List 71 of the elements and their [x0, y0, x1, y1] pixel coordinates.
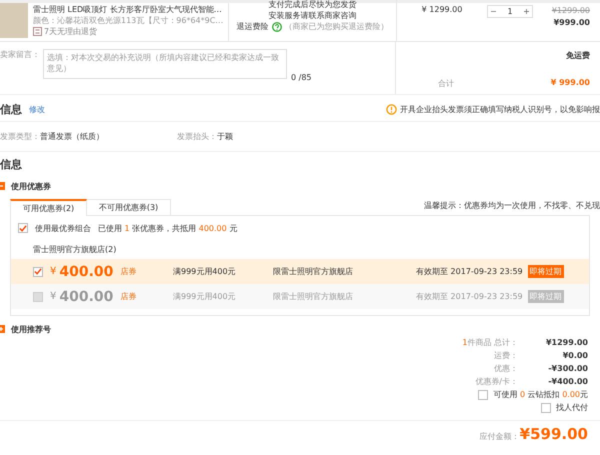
- coupon-type: 店券: [120, 291, 136, 302]
- section-title: 信息: [0, 102, 22, 116]
- message-label: 卖家留言：: [0, 49, 40, 60]
- summary-label: 优惠券/卡：: [474, 376, 518, 387]
- checkbox[interactable]: [541, 402, 551, 412]
- summary-label: 运费：: [493, 350, 518, 361]
- currency-symbol: ¥: [50, 291, 56, 302]
- coupon-tab[interactable]: 不可用优惠券(3): [87, 199, 171, 215]
- coupon-row[interactable]: ¥ 400.00 店券 满999元用400元 限雷士照明官方旗舰店 有效期至 2017-09-23 23:59 即将过期: [11, 259, 589, 284]
- return-badge-icon: [33, 27, 42, 36]
- section-title: 使用优惠券: [11, 180, 51, 192]
- product-photo-placeholder: [0, 3, 28, 38]
- help-icon: [272, 22, 282, 32]
- expiring-badge: 即将过期: [528, 265, 564, 278]
- service-note: 支付完成后尽快为您发货: [268, 0, 356, 10]
- quantity-stepper[interactable]: − 1 +: [487, 5, 533, 18]
- product-title[interactable]: 雷士照明 LED吸顶灯 长方形客厅卧室大气现代智能…: [33, 4, 224, 15]
- coupon-hint: 温馨提示：优惠券均为一次使用，不找零、不兑现: [424, 200, 600, 212]
- section-title: 信息: [0, 157, 23, 173]
- message-field[interactable]: 选填：对本次交易的补充说明（所填内容建议已经和卖家达成一致意见）: [43, 49, 287, 79]
- summary-value: ¥1299.00: [544, 338, 588, 347]
- warning-text: 开具企业抬头发票须正确填写纳税人识别号，以免影响报: [400, 104, 600, 114]
- coupon-validity: 有效期至 2017-09-23 23:59: [416, 266, 523, 277]
- expiring-badge: 即将过期: [528, 290, 564, 303]
- increment-button[interactable]: +: [521, 6, 532, 17]
- amount-due-label: 应付金额：: [480, 431, 520, 442]
- service-text: 7天无理由退货: [44, 26, 98, 37]
- amount-due: ¥599.00: [520, 425, 588, 443]
- currency-symbol: ¥: [50, 266, 56, 277]
- unit-price: ¥ 1299.00: [420, 5, 464, 14]
- summary-value: -¥400.00: [547, 377, 588, 386]
- invoice-header-label: 发票抬头：: [177, 132, 217, 141]
- insurance-label: 退运费险: [236, 21, 268, 32]
- item-price: ¥999.00: [552, 17, 590, 29]
- store-name: 雷士照明官方旗舰店(2): [32, 244, 118, 256]
- coupon-validity: 有效期至 2017-09-23 23:59: [416, 291, 523, 302]
- checked-checkbox[interactable]: [33, 266, 43, 276]
- decrement-button[interactable]: −: [488, 6, 499, 17]
- coupon-amount: 400.00: [59, 288, 114, 304]
- original-price: ¥1299.00: [552, 5, 590, 17]
- warning-icon: [386, 104, 397, 114]
- summary-value: ¥0.00: [562, 351, 588, 360]
- checkbox-label: 找人代付: [556, 402, 588, 413]
- invoice-type-value: 普通发票（纸质）: [40, 132, 104, 141]
- coupon-tab[interactable]: 可用优惠券(2): [10, 199, 87, 216]
- product-spec: 颜色：沁馨花语双色光源113瓦【尺寸：96*64*9C…: [33, 15, 224, 26]
- coupon-summary: 已使用 1 张优惠券，共抵用 400.00 元: [98, 222, 238, 234]
- edit-link[interactable]: 修改: [29, 104, 45, 114]
- summary-label: 1件商品 总计：: [461, 337, 518, 348]
- section-title: 使用推荐号: [11, 324, 51, 334]
- quantity-value: 1: [506, 6, 514, 17]
- coupon-amount: 400.00: [59, 264, 114, 280]
- coupon-condition: 满999元用400元: [173, 266, 237, 277]
- checkbox[interactable]: [478, 390, 488, 400]
- invoice-header-value: 于颖: [217, 132, 233, 141]
- service-note: 安装服务请联系商家咨询: [268, 10, 356, 21]
- invoice-type-label: 发票类型：: [0, 132, 40, 141]
- coupon-scope: 限雷士照明官方旗舰店: [273, 291, 354, 302]
- points-text: 可使用 0 云钻抵扣 0.00元: [493, 389, 588, 400]
- coupon-scope: 限雷士照明官方旗舰店: [273, 266, 354, 277]
- checkbox-label: 使用最优券组合: [35, 222, 91, 234]
- checked-checkbox[interactable]: [18, 223, 28, 233]
- coupon-type: 店券: [120, 266, 136, 277]
- insurance-note: （商家已为您购买退运费险）: [284, 21, 388, 32]
- summary-label: 优惠：: [493, 363, 518, 374]
- coupon-condition: 满999元用400元: [173, 291, 237, 302]
- shipping-text: 免运费: [565, 50, 590, 61]
- total-label: 合计: [438, 78, 454, 89]
- summary-value: -¥300.00: [547, 364, 588, 373]
- total-price: ¥ 999.00: [550, 78, 590, 89]
- character-counter: 0 /85: [291, 73, 312, 82]
